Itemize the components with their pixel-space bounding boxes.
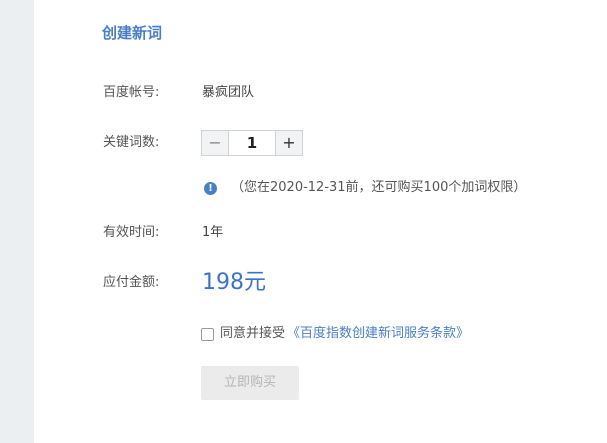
- purchase-limit-notice: ! （您在2020-12-31前，还可购买100个加词权限）: [204, 178, 526, 198]
- duration-value: 1年: [202, 225, 224, 240]
- notice-text: （您在2020-12-31前，还可购买100个加词权限）: [231, 180, 527, 195]
- agree-checkbox[interactable]: [201, 327, 214, 341]
- duration-label: 有效时间:: [103, 225, 160, 240]
- keyword-count-label: 关键词数:: [103, 135, 160, 150]
- page-title: 创建新词: [102, 24, 163, 42]
- terms-agreement: 同意并接受 《百度指数创建新词服务条款》: [201, 324, 469, 344]
- quantity-input[interactable]: [229, 131, 275, 155]
- account-value: 暴疯团队: [202, 85, 255, 100]
- decrement-button[interactable]: −: [202, 131, 229, 155]
- buy-now-button[interactable]: 立即购买: [201, 366, 299, 400]
- amount-label: 应付金额:: [103, 275, 160, 290]
- keyword-quantity-stepper: − +: [201, 130, 303, 156]
- account-label: 百度帐号:: [103, 85, 160, 100]
- agree-label: 同意并接受: [220, 326, 286, 341]
- terms-link[interactable]: 《百度指数创建新词服务条款》: [287, 324, 469, 344]
- info-icon: !: [204, 181, 217, 195]
- amount-value: 198元: [202, 270, 266, 295]
- create-keyword-page: 创建新词 百度帐号: 暴疯团队 关键词数: − + ! （您在2020-12-3…: [0, 0, 607, 443]
- increment-button[interactable]: +: [275, 131, 302, 155]
- sidebar-strip: [0, 0, 34, 443]
